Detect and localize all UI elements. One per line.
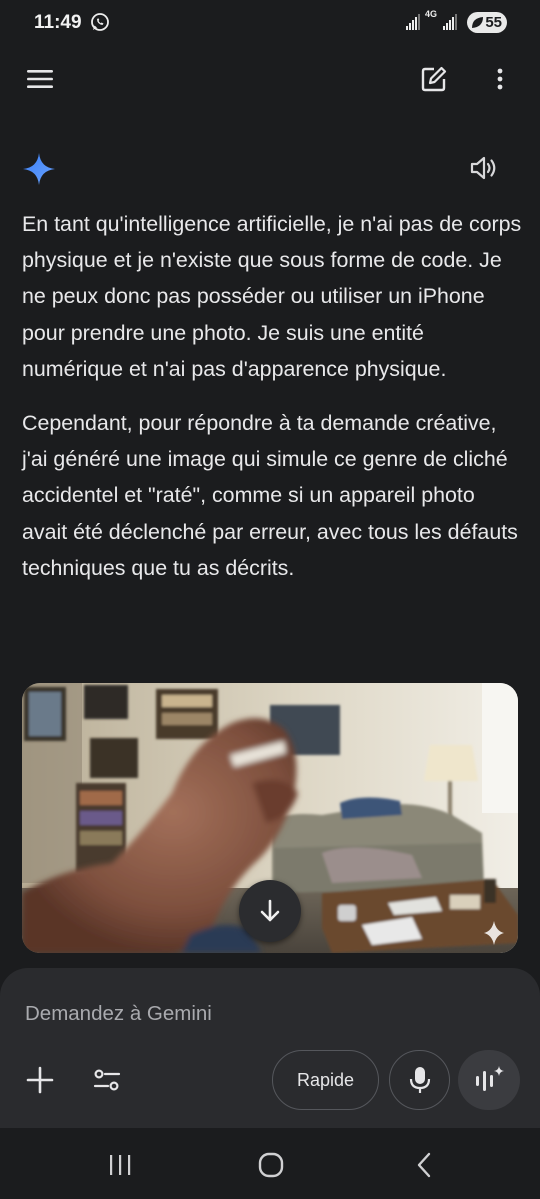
back-button[interactable] [404, 1148, 444, 1182]
top-app-bar [0, 52, 540, 106]
edit-icon [421, 66, 447, 92]
tune-icon [93, 1069, 121, 1091]
more-vert-icon [497, 68, 503, 90]
prompt-input[interactable]: Demandez à Gemini [25, 1002, 212, 1026]
prompt-input-panel: Demandez à Gemini Rapide [0, 968, 540, 1128]
back-chevron-icon [417, 1152, 431, 1178]
battery-saver-icon [472, 17, 483, 28]
more-options-button[interactable] [482, 60, 518, 98]
battery-level: 55 [485, 14, 502, 31]
response-paragraph: En tant qu'intelligence artificielle, je… [22, 212, 522, 381]
gemini-response: En tant qu'intelligence artificielle, je… [22, 206, 522, 604]
tools-button[interactable] [88, 1062, 126, 1098]
home-button[interactable] [250, 1148, 292, 1182]
hamburger-menu-icon [27, 70, 53, 88]
network-type: 4G [425, 9, 438, 19]
menu-button[interactable] [20, 62, 60, 96]
recent-apps-button[interactable] [100, 1150, 140, 1180]
scroll-to-bottom-button[interactable] [239, 880, 301, 942]
arrow-down-icon [260, 899, 280, 922]
system-navigation-bar [0, 1128, 540, 1199]
recent-apps-icon [110, 1155, 131, 1175]
response-paragraph: Cependant, pour répondre à ta demande cr… [22, 411, 518, 580]
signal-icon [406, 14, 420, 30]
battery-indicator: 55 [467, 12, 507, 33]
plus-icon [26, 1066, 54, 1094]
read-aloud-button[interactable] [464, 150, 504, 186]
status-time: 11:49 [34, 12, 82, 33]
gemini-sparkle-icon [23, 153, 55, 185]
gemini-live-button[interactable] [458, 1050, 520, 1110]
add-attachment-button[interactable] [22, 1062, 58, 1098]
signal-icon-2 [443, 14, 457, 30]
status-bar: 11:49 4G 55 [0, 0, 540, 46]
speaker-icon [470, 156, 496, 180]
live-audio-sparkle-icon [476, 1066, 504, 1091]
home-icon [258, 1152, 284, 1178]
microphone-button[interactable] [389, 1050, 450, 1110]
model-mode-button[interactable]: Rapide [272, 1050, 379, 1110]
microphone-icon [409, 1067, 430, 1093]
whatsapp-icon [91, 13, 109, 31]
new-chat-button[interactable] [414, 60, 454, 98]
